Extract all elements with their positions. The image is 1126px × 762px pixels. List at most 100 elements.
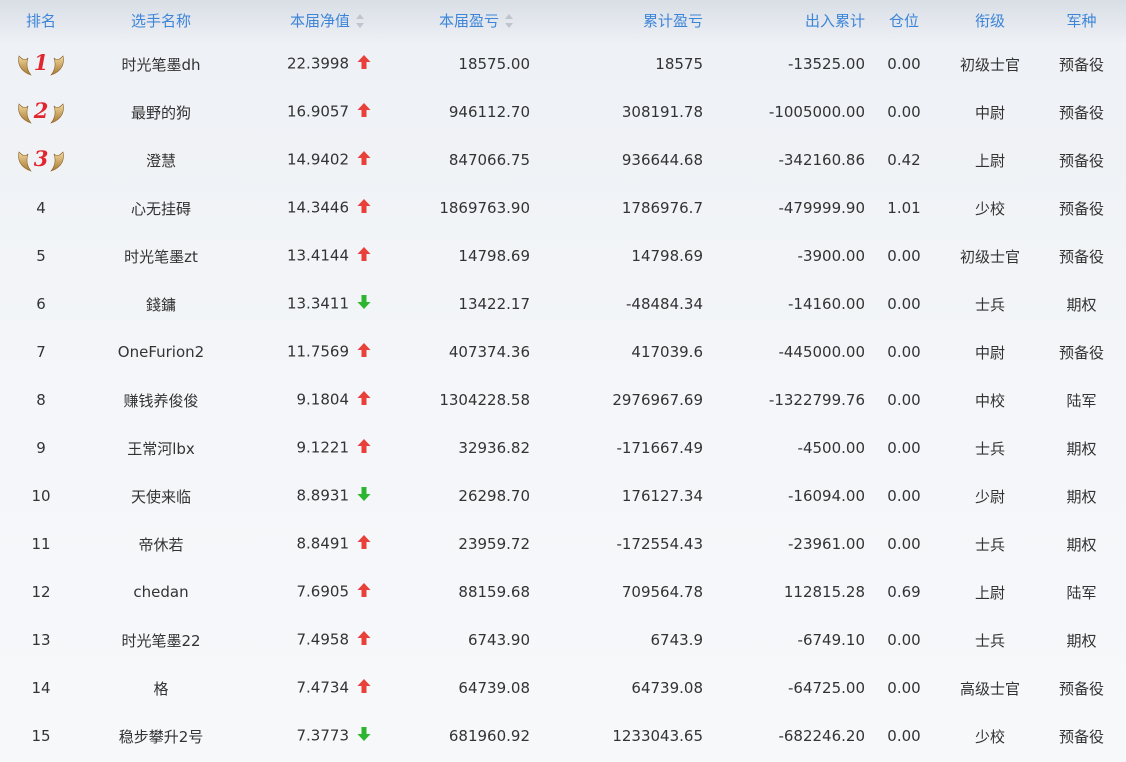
title-value: 高级士官 [959,679,1020,698]
player-name[interactable]: 稳步攀升2号 [119,728,204,746]
header-pl-label: 本届盈亏 [438,11,499,30]
branch-value: 预备役 [1058,55,1104,74]
player-name[interactable]: chedan [133,583,188,601]
pl-value: 18575.00 [458,55,530,73]
player-name[interactable]: 格 [153,680,168,698]
player-name[interactable]: 心无挂碍 [131,200,191,218]
cell-pl: 64739.08 [391,664,550,712]
cell-name[interactable]: 赚钱养俊俊 [82,376,240,424]
branch-value: 预备役 [1058,199,1104,218]
cell-rank: 9 [0,424,82,472]
title-value: 中尉 [974,343,1005,362]
pl-value: 1869763.90 [439,199,530,217]
table-row[interactable]: 9 王常河lbx 9.1221 32936.82 -171667.49 -4500.00 0… [0,424,1126,472]
header-pl[interactable]: 本届盈亏 [391,0,550,40]
pl-value: 946112.70 [448,103,530,121]
cell-branch: 预备役 [1037,328,1126,376]
rank-number: 11 [31,535,51,553]
cell-rank: 6 [0,280,82,328]
cell-rank: 15 [0,712,82,760]
player-name[interactable]: 天使来临 [131,488,191,506]
table-row[interactable]: 13 时光笔墨22 7.4958 6743.90 6743.9 -6749.10 0.00 士… [0,616,1126,664]
cell-title: 士兵 [943,616,1037,664]
table-row[interactable]: 4 心无挂碍 14.3446 1869763.90 1786976.7 -479999.9… [0,184,1126,232]
cell-position: 0.00 [865,328,943,376]
cell-name[interactable]: chedan [82,568,240,616]
medal-rank-number: 3 [33,146,49,171]
rank-number: 9 [36,439,46,457]
cell-nav: 9.1221 [240,424,391,472]
player-name[interactable]: OneFurion2 [118,343,204,361]
header-branch: 军种 [1037,0,1126,40]
cell-branch: 期权 [1037,424,1126,472]
header-cum-pl-label: 累计盈亏 [642,11,703,30]
player-name[interactable]: 最野的狗 [131,104,191,122]
table-row[interactable]: 14 格 7.4734 64739.08 64739.08 -64725.00 0.00 高级… [0,664,1126,712]
player-name[interactable]: 赚钱养俊俊 [123,392,198,410]
player-name[interactable]: 錢鏞 [146,296,176,314]
header-title: 衔级 [943,0,1037,40]
cum-pl-value: 936644.68 [621,151,703,169]
trend-down-icon [357,294,371,314]
player-name[interactable]: 澄慧 [146,152,176,170]
title-value: 中校 [974,391,1005,410]
flow-value: -3900.00 [797,247,865,265]
cell-pl: 681960.92 [391,712,550,760]
rank-number: 5 [36,247,46,265]
cell-branch: 期权 [1037,280,1126,328]
position-value: 0.00 [887,295,921,313]
table-row[interactable]: 3 澄慧 14.9402 847066.75 936644.68 -342160.86 0.… [0,136,1126,184]
sort-icon[interactable] [505,14,514,28]
cell-name[interactable]: 格 [82,664,240,712]
cell-name[interactable]: 时光笔墨zt [82,232,240,280]
cell-name[interactable]: 帝休若 [82,520,240,568]
table-row[interactable]: 10 天使来临 8.8931 26298.70 176127.34 -16094.00 0.… [0,472,1126,520]
sort-icon[interactable] [356,14,365,28]
cum-pl-value: 1786976.7 [621,199,703,217]
branch-value: 期权 [1066,535,1097,554]
table-row[interactable]: 15 稳步攀升2号 7.3773 681960.92 1233043.65 -682246… [0,712,1126,760]
cell-branch: 预备役 [1037,40,1126,88]
cell-name[interactable]: 时光笔墨22 [82,616,240,664]
table-row[interactable]: 1 时光笔墨dh 22.3998 18575.00 18575 -13525.00 0.00… [0,40,1126,88]
cell-name[interactable]: 最野的狗 [82,88,240,136]
header-nav[interactable]: 本届净值 [240,0,391,40]
cell-name[interactable]: 时光笔墨dh [82,40,240,88]
medal-wings-icon: 2 [15,98,67,126]
player-name[interactable]: 帝休若 [138,536,183,554]
player-name[interactable]: 时光笔墨dh [121,56,200,74]
table-row[interactable]: 8 赚钱养俊俊 9.1804 1304228.58 2976967.69 -1322799… [0,376,1126,424]
table-row[interactable]: 6 錢鏞 13.3411 13422.17 -48484.34 -14160.00 0.00… [0,280,1126,328]
cell-name[interactable]: 澄慧 [82,136,240,184]
cell-pl: 1304228.58 [391,376,550,424]
table-row[interactable]: 12 chedan 7.6905 88159.68 709564.78 112815.28… [0,568,1126,616]
cell-name[interactable]: 錢鏞 [82,280,240,328]
cell-nav: 22.3998 [240,40,391,88]
cell-name[interactable]: 天使来临 [82,472,240,520]
player-name[interactable]: 王常河lbx [127,440,195,458]
table-row[interactable]: 2 最野的狗 16.9057 946112.70 308191.78 -1005000.0… [0,88,1126,136]
player-name[interactable]: 时光笔墨22 [121,632,200,650]
cell-nav: 11.7569 [240,328,391,376]
cell-position: 1.01 [865,184,943,232]
table-row[interactable]: 11 帝休若 8.8491 23959.72 -172554.43 -23961.00 0.… [0,520,1126,568]
pl-value: 88159.68 [458,583,530,601]
table-row[interactable]: 5 时光笔墨zt 13.4144 14798.69 14798.69 -3900.00 0.… [0,232,1126,280]
header-row: 排名 选手名称 本届净值 本届盈亏 累计盈亏 出入累计 仓位 衔级 军种 [0,0,1126,40]
cell-name[interactable]: OneFurion2 [82,328,240,376]
flow-value: -6749.10 [797,631,865,649]
cell-pl: 18575.00 [391,40,550,88]
pl-value: 1304228.58 [439,391,530,409]
medal-rank-number: 1 [33,50,49,75]
cell-pl: 847066.75 [391,136,550,184]
cum-pl-value: 18575 [655,55,703,73]
cell-cum-pl: 709564.78 [550,568,703,616]
player-name[interactable]: 时光笔墨zt [124,248,198,266]
rank-number: 13 [31,631,51,649]
cell-name[interactable]: 心无挂碍 [82,184,240,232]
table-row[interactable]: 7 OneFurion2 11.7569 407374.36 417039.6 -4450… [0,328,1126,376]
cell-nav: 7.3773 [240,712,391,760]
cell-name[interactable]: 稳步攀升2号 [82,712,240,760]
pl-value: 26298.70 [458,487,530,505]
cell-name[interactable]: 王常河lbx [82,424,240,472]
